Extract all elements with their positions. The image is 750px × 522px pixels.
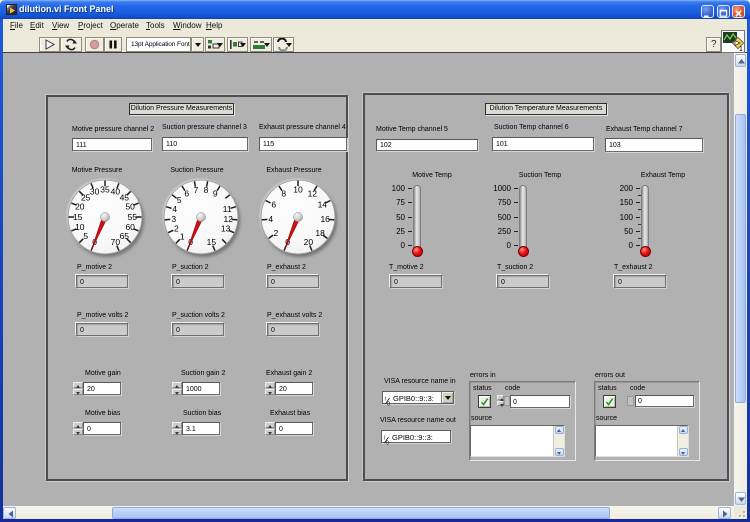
- svg-text:I: I: [385, 396, 386, 402]
- svg-text:4: 4: [172, 204, 177, 214]
- svg-text:20: 20: [304, 237, 314, 247]
- svg-text:0: 0: [386, 440, 389, 445]
- svg-text:8: 8: [204, 185, 209, 195]
- svg-text:20: 20: [75, 201, 85, 211]
- svg-text:1: 1: [739, 46, 743, 52]
- svg-text:11: 11: [223, 204, 232, 214]
- svg-text:35: 35: [100, 185, 110, 195]
- svg-text:10: 10: [75, 222, 85, 232]
- svg-text:15: 15: [73, 212, 83, 222]
- svg-text:4: 4: [268, 214, 273, 224]
- svg-text:13: 13: [221, 224, 231, 234]
- svg-text:55: 55: [128, 212, 138, 222]
- svg-text:30: 30: [90, 187, 100, 197]
- svg-text:7: 7: [194, 185, 199, 195]
- svg-text:16: 16: [320, 214, 330, 224]
- svg-text:3: 3: [171, 214, 176, 224]
- svg-text:0: 0: [387, 401, 390, 406]
- svg-text:6: 6: [184, 189, 189, 199]
- svg-text:70: 70: [111, 237, 121, 247]
- svg-text:50: 50: [125, 201, 135, 211]
- svg-text:1: 1: [180, 232, 185, 242]
- svg-text:I: I: [384, 435, 385, 441]
- svg-text:15: 15: [207, 237, 217, 247]
- svg-text:2: 2: [274, 228, 279, 238]
- svg-text:8: 8: [281, 189, 286, 199]
- svg-text:14: 14: [318, 199, 328, 209]
- svg-text:5: 5: [83, 231, 88, 241]
- svg-text:10: 10: [293, 185, 303, 195]
- svg-text:12: 12: [308, 189, 318, 199]
- svg-text:12: 12: [223, 214, 233, 224]
- svg-text:2: 2: [174, 224, 179, 234]
- svg-text:5: 5: [177, 195, 182, 205]
- svg-text:18: 18: [315, 228, 325, 238]
- svg-text:6: 6: [271, 199, 276, 209]
- svg-text:65: 65: [120, 231, 130, 241]
- svg-text:9: 9: [213, 189, 218, 199]
